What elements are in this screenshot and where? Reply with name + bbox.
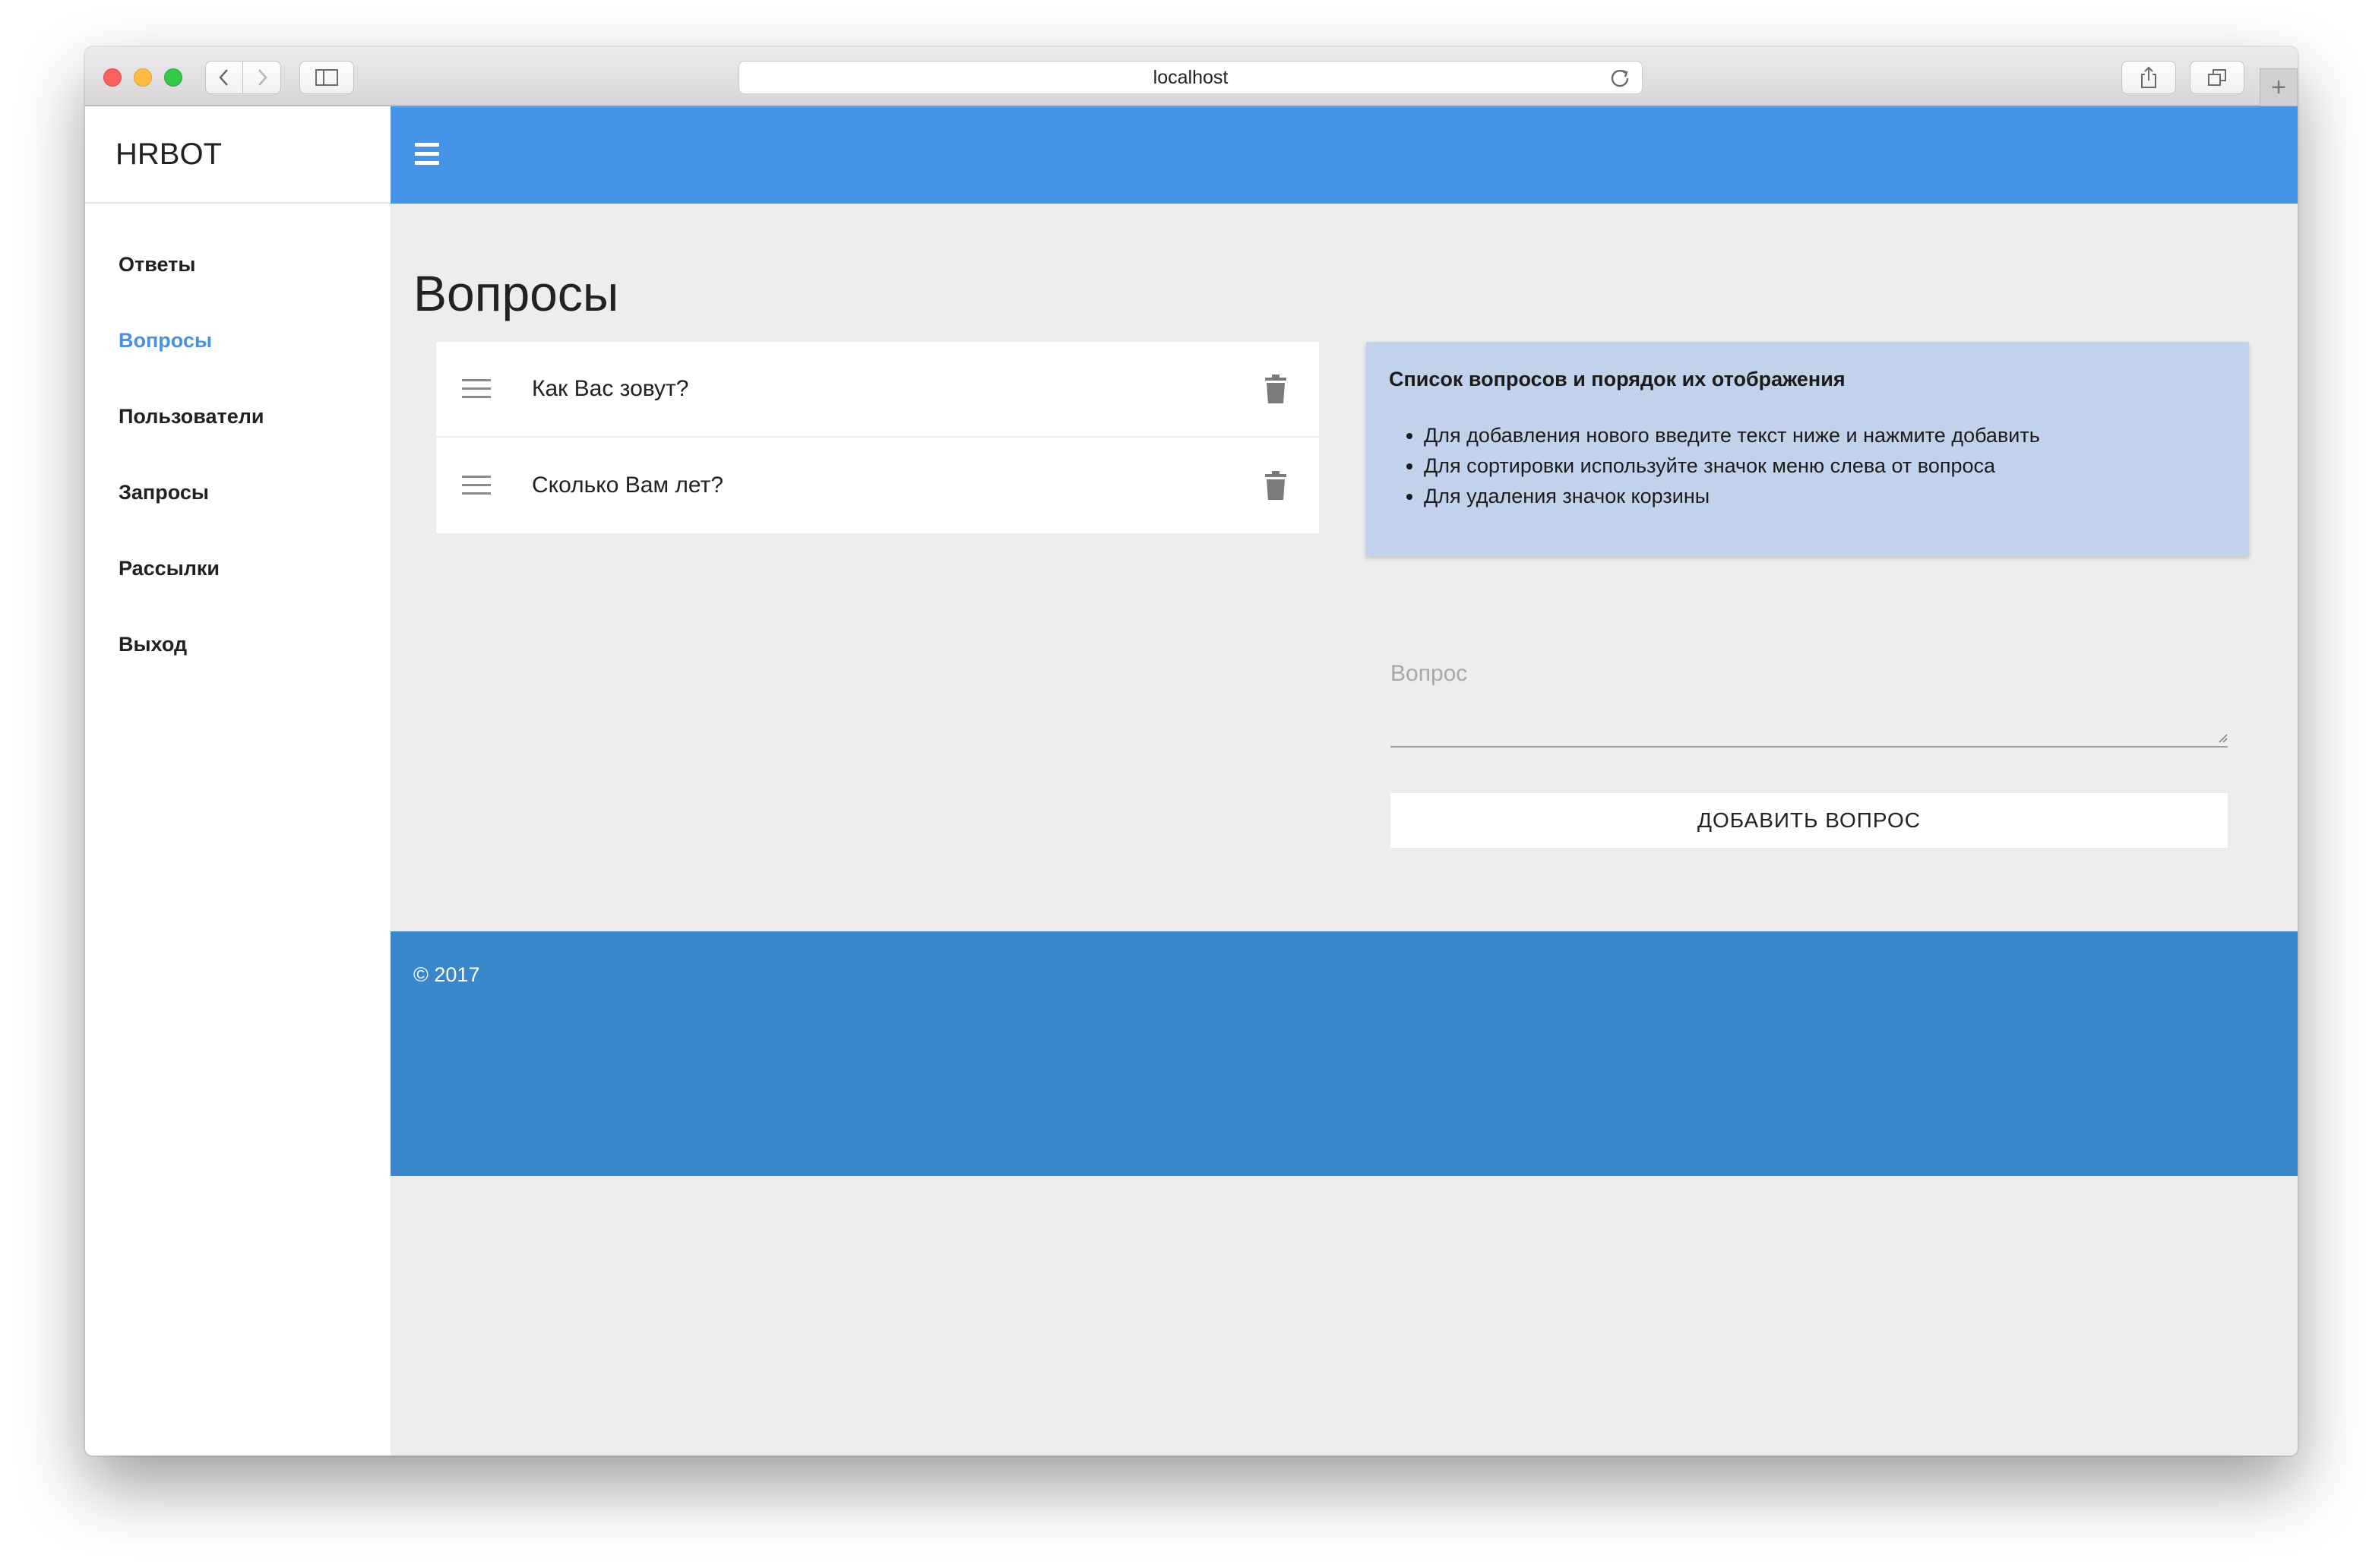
chevron-left-icon xyxy=(219,69,228,86)
minimize-window-button[interactable] xyxy=(134,68,152,87)
question-text: Как Вас зовут? xyxy=(532,376,689,401)
maximize-window-button[interactable] xyxy=(164,68,182,87)
sidebar-nav: Ответы Вопросы Пользователи Запросы Расс… xyxy=(85,204,391,682)
url-text: localhost xyxy=(1153,66,1229,88)
browser-window: localhost + HRBOT Ответы Вопросы Пользов… xyxy=(85,47,2298,1456)
sidebar-icon xyxy=(315,69,338,86)
forward-button[interactable] xyxy=(243,61,281,94)
drag-handle-icon[interactable] xyxy=(462,476,491,495)
resize-handle-icon[interactable] xyxy=(2217,732,2228,743)
info-list: Для добавления нового введите текст ниже… xyxy=(1389,420,2226,511)
sidebar-item-answers[interactable]: Ответы xyxy=(85,226,391,302)
question-list: Как Вас зовут? Сколько Вам лет? xyxy=(436,342,1319,533)
page-footer: © 2017 xyxy=(391,931,2298,1176)
info-title: Список вопросов и порядок их отображения xyxy=(1389,368,1846,390)
sidebar-item-users[interactable]: Пользователи xyxy=(85,378,391,454)
share-icon xyxy=(2141,66,2156,88)
new-tab-button[interactable]: + xyxy=(2260,68,2298,106)
sidebar: HRBOT Ответы Вопросы Пользователи Запрос… xyxy=(85,106,391,1456)
question-row: Как Вас зовут? xyxy=(436,342,1319,438)
sidebar-item-mailings[interactable]: Рассылки xyxy=(85,530,391,606)
browser-toolbar: localhost + xyxy=(85,47,2298,106)
reload-icon[interactable] xyxy=(1608,66,1631,89)
add-question-button[interactable]: ДОБАВИТЬ ВОПРОС xyxy=(1390,793,2228,848)
back-button[interactable] xyxy=(205,61,243,94)
close-window-button[interactable] xyxy=(103,68,122,87)
drag-handle-icon[interactable] xyxy=(462,379,491,399)
chevron-right-icon xyxy=(258,69,267,86)
sidebar-item-questions[interactable]: Вопросы xyxy=(85,302,391,378)
question-text: Сколько Вам лет? xyxy=(532,473,724,498)
plus-icon: + xyxy=(2271,72,2286,102)
trash-icon[interactable] xyxy=(1264,470,1287,501)
copyright-text: © 2017 xyxy=(413,963,480,986)
menu-icon[interactable] xyxy=(415,143,439,166)
info-item: Для добавления нового введите текст ниже… xyxy=(1424,420,2226,450)
app-header xyxy=(391,106,2298,204)
share-button[interactable] xyxy=(2121,61,2176,94)
sidebar-toggle-button[interactable] xyxy=(299,61,354,94)
app-brand[interactable]: HRBOT xyxy=(85,106,391,204)
info-item: Для удаления значок корзины xyxy=(1424,481,2226,511)
question-input[interactable] xyxy=(1390,644,2228,746)
info-item: Для сортировки используйте значок меню с… xyxy=(1424,450,2226,481)
question-row: Сколько Вам лет? xyxy=(436,438,1319,533)
address-bar[interactable]: localhost xyxy=(739,61,1643,94)
show-tabs-button[interactable] xyxy=(2190,61,2244,94)
question-field xyxy=(1390,644,2228,748)
trash-icon[interactable] xyxy=(1264,374,1287,404)
page-title: Вопросы xyxy=(413,265,619,321)
info-panel: Список вопросов и порядок их отображения… xyxy=(1366,342,2249,556)
sidebar-item-logout[interactable]: Выход xyxy=(85,606,391,682)
tabs-icon xyxy=(2208,69,2226,86)
sidebar-item-requests[interactable]: Запросы xyxy=(85,454,391,530)
